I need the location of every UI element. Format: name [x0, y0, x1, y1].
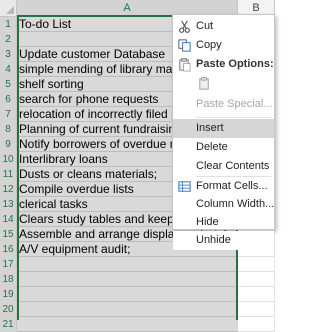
menu-separator [196, 117, 271, 118]
menu-item-column-width[interactable]: Column Width... [173, 195, 274, 214]
row-header[interactable]: 1 [0, 17, 17, 32]
row-header[interactable]: 4 [0, 62, 17, 77]
scissors-icon [179, 20, 190, 33]
menu-item-format-cells-label: Format Cells... [196, 180, 268, 192]
menu-item-paste-special[interactable]: Paste Special... [173, 95, 274, 114]
row-header[interactable]: 7 [0, 107, 17, 122]
context-menu: Cut Copy Paste Options: Paste Special...… [172, 14, 275, 230]
menu-item-format-cells[interactable]: Format Cells... [173, 177, 274, 196]
cell-b[interactable] [238, 317, 275, 332]
menu-item-insert[interactable]: Insert [173, 119, 274, 138]
cell-b[interactable] [238, 287, 275, 302]
menu-item-hide[interactable]: Hide [173, 213, 274, 232]
clipboard-icon [199, 77, 209, 90]
row-header[interactable]: 8 [0, 122, 17, 137]
menu-item-paste-options-label: Paste Options: [196, 58, 274, 70]
cell-a[interactable] [17, 272, 238, 287]
row-header[interactable]: 12 [0, 182, 17, 197]
row-header[interactable]: 14 [0, 212, 17, 227]
menu-item-clear-contents[interactable]: Clear Contents [173, 157, 274, 176]
menu-item-clear-contents-label: Clear Contents [196, 160, 270, 172]
cell-b[interactable] [238, 257, 275, 272]
row-header[interactable]: 3 [0, 47, 17, 62]
menu-item-column-width-label: Column Width... [196, 198, 275, 210]
row-header[interactable]: 11 [0, 167, 17, 182]
row-header[interactable]: 9 [0, 137, 17, 152]
row-header[interactable]: 5 [0, 77, 17, 92]
row-header[interactable]: 15 [0, 227, 17, 242]
row-header[interactable]: 18 [0, 272, 17, 287]
menu-item-copy[interactable]: Copy [173, 36, 274, 55]
row-header[interactable]: 19 [0, 287, 17, 302]
menu-item-insert-label: Insert [196, 122, 224, 134]
menu-item-unhide[interactable]: Unhide [173, 231, 274, 250]
paste-icon [179, 58, 191, 72]
row-header[interactable]: 21 [0, 317, 17, 332]
menu-item-copy-label: Copy [196, 39, 222, 51]
menu-item-paste-button[interactable] [173, 74, 274, 93]
row-header[interactable]: 13 [0, 197, 17, 212]
format-cells-icon [178, 181, 191, 192]
menu-item-cut-label: Cut [196, 20, 214, 32]
row-header[interactable]: 10 [0, 152, 17, 167]
menu-item-delete-label: Delete [196, 141, 228, 153]
row-header[interactable]: 6 [0, 92, 17, 107]
row-header[interactable]: 2 [0, 32, 17, 47]
menu-item-unhide-label: Unhide [196, 234, 231, 246]
row-header[interactable]: 17 [0, 257, 17, 272]
row-header[interactable]: 20 [0, 302, 17, 317]
menu-item-paste-options: Paste Options: [173, 55, 274, 74]
cell-b[interactable] [238, 272, 275, 287]
row-header[interactable]: 16 [0, 242, 17, 257]
cell-a[interactable] [17, 287, 238, 302]
copy-icon [178, 39, 191, 52]
menu-item-delete[interactable]: Delete [173, 138, 274, 157]
cell-a[interactable] [17, 317, 238, 332]
cell-a[interactable] [17, 302, 238, 317]
menu-item-cut[interactable]: Cut [173, 17, 274, 36]
cell-b[interactable] [238, 302, 275, 317]
select-all-corner[interactable] [0, 0, 17, 17]
menu-item-paste-special-label: Paste Special... [196, 98, 273, 110]
select-all-triangle-icon [6, 6, 14, 14]
menu-item-hide-label: Hide [196, 216, 219, 228]
cell-a[interactable] [17, 257, 238, 272]
